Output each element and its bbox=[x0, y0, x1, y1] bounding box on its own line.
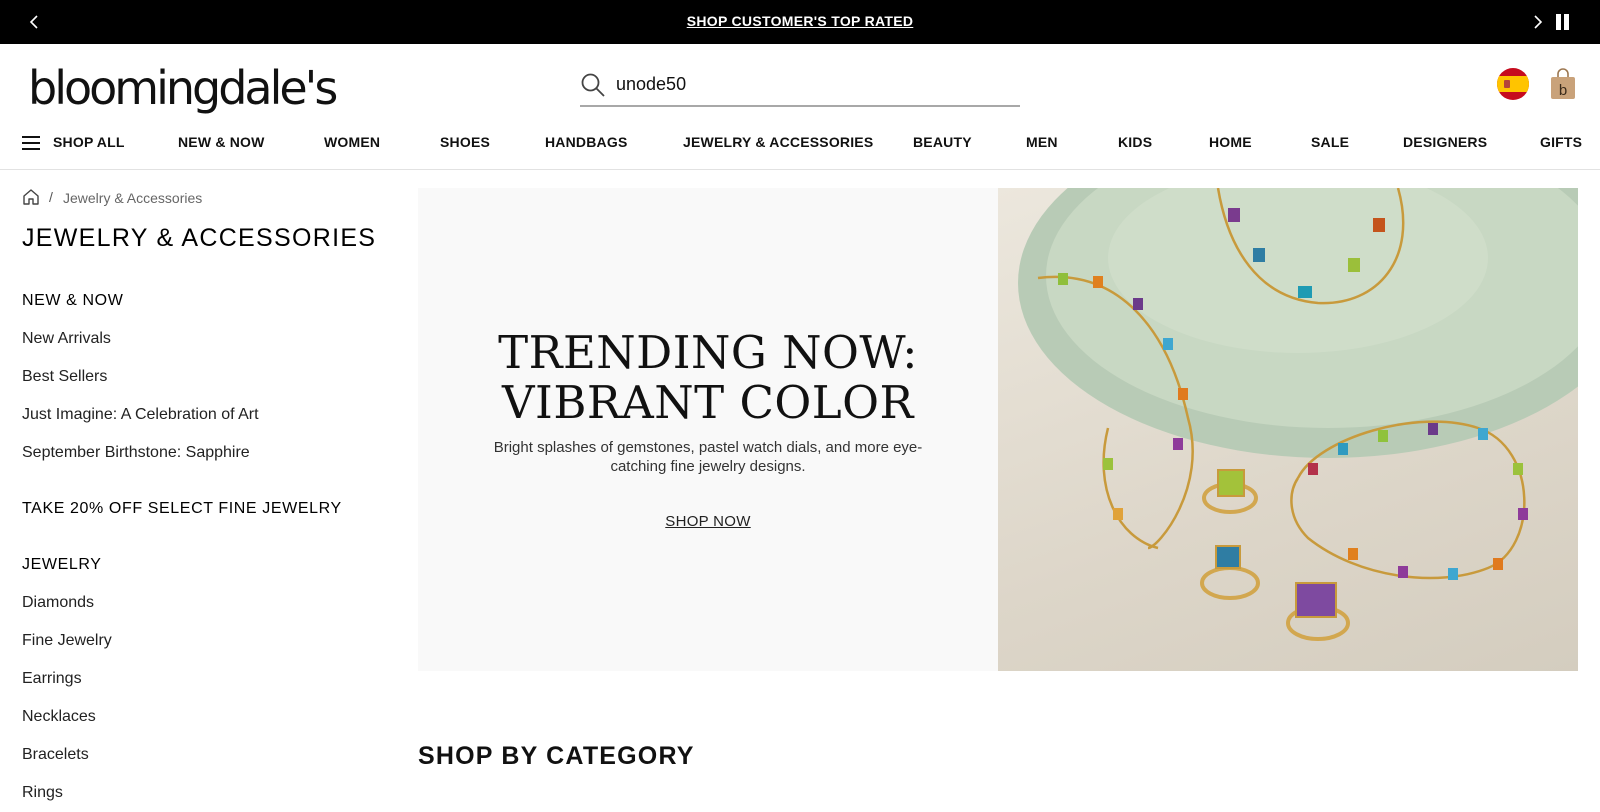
sidebar-link[interactable]: September Birthstone: Sapphire bbox=[22, 444, 250, 462]
pause-icon[interactable] bbox=[1555, 14, 1571, 30]
hero-text-panel: TRENDING NOW: VIBRANT COLOR Bright splas… bbox=[418, 188, 998, 671]
nav-designers[interactable]: DESIGNERS bbox=[1403, 134, 1487, 150]
nav-shoes[interactable]: SHOES bbox=[440, 134, 490, 150]
sidebar-link[interactable]: Best Sellers bbox=[22, 368, 107, 386]
promo-bar: SHOP CUSTOMER'S TOP RATED bbox=[0, 0, 1600, 44]
search-input[interactable] bbox=[616, 70, 1006, 98]
spain-flag-icon[interactable] bbox=[1497, 68, 1529, 100]
shopping-bag-icon[interactable]: b bbox=[1550, 68, 1576, 100]
site-logo[interactable]: bloomingdale's bbox=[28, 62, 338, 114]
nav-beauty[interactable]: BEAUTY bbox=[913, 134, 972, 150]
search-bar bbox=[580, 66, 1020, 107]
nav-women[interactable]: WOMEN bbox=[324, 134, 380, 150]
nav-jewelry-accessories[interactable]: JEWELRY & ACCESSORIES bbox=[683, 134, 873, 150]
nav-new-now[interactable]: NEW & NOW bbox=[178, 134, 265, 150]
promo-link[interactable]: SHOP CUSTOMER'S TOP RATED bbox=[0, 13, 1600, 29]
nav-kids[interactable]: KIDS bbox=[1118, 134, 1152, 150]
svg-text:b: b bbox=[1559, 82, 1567, 99]
hero-headline-line-2: VIBRANT COLOR bbox=[502, 376, 914, 429]
sidebar-link[interactable]: Earrings bbox=[22, 670, 82, 688]
menu-icon[interactable] bbox=[22, 136, 40, 150]
nav-men[interactable]: MEN bbox=[1026, 134, 1058, 150]
nav-shop-all[interactable]: SHOP ALL bbox=[53, 134, 125, 150]
sidebar-link[interactable]: New Arrivals bbox=[22, 330, 111, 348]
hero-image[interactable] bbox=[998, 188, 1578, 671]
sidebar-section-jewelry[interactable]: JEWELRY bbox=[22, 556, 101, 574]
hero-headline: TRENDING NOW: VIBRANT COLOR bbox=[418, 328, 998, 428]
sidebar-section-new-now[interactable]: NEW & NOW bbox=[22, 292, 123, 310]
search-icon[interactable] bbox=[580, 72, 606, 98]
sidebar-section-promo[interactable]: TAKE 20% OFF SELECT FINE JEWELRY bbox=[22, 500, 342, 518]
nav-home[interactable]: HOME bbox=[1209, 134, 1252, 150]
shop-by-category-heading: SHOP BY CATEGORY bbox=[418, 742, 695, 770]
page-title: JEWELRY & ACCESSORIES bbox=[22, 224, 377, 252]
hero-headline-line-1: TRENDING NOW: bbox=[498, 326, 918, 379]
nav-handbags[interactable]: HANDBAGS bbox=[545, 134, 628, 150]
main-nav: SHOP ALL NEW & NOW WOMEN SHOES HANDBAGS … bbox=[0, 126, 1600, 170]
sidebar-link[interactable]: Just Imagine: A Celebration of Art bbox=[22, 406, 259, 424]
breadcrumb-current[interactable]: Jewelry & Accessories bbox=[63, 190, 202, 206]
sidebar-link[interactable]: Bracelets bbox=[22, 746, 89, 764]
shop-now-link[interactable]: SHOP NOW bbox=[418, 513, 998, 530]
hero-subtext: Bright splashes of gemstones, pastel wat… bbox=[493, 439, 923, 475]
sidebar-link[interactable]: Diamonds bbox=[22, 594, 94, 612]
home-icon[interactable] bbox=[22, 188, 40, 206]
sidebar-link[interactable]: Fine Jewelry bbox=[22, 632, 112, 650]
breadcrumb-separator: / bbox=[49, 189, 53, 205]
chevron-right-icon[interactable] bbox=[1527, 12, 1547, 32]
sidebar-link[interactable]: Necklaces bbox=[22, 708, 96, 726]
nav-sale[interactable]: SALE bbox=[1311, 134, 1349, 150]
nav-gifts[interactable]: GIFTS bbox=[1540, 134, 1582, 150]
hero-banner[interactable]: TRENDING NOW: VIBRANT COLOR Bright splas… bbox=[418, 188, 1578, 671]
sidebar-link[interactable]: Rings bbox=[22, 784, 63, 802]
